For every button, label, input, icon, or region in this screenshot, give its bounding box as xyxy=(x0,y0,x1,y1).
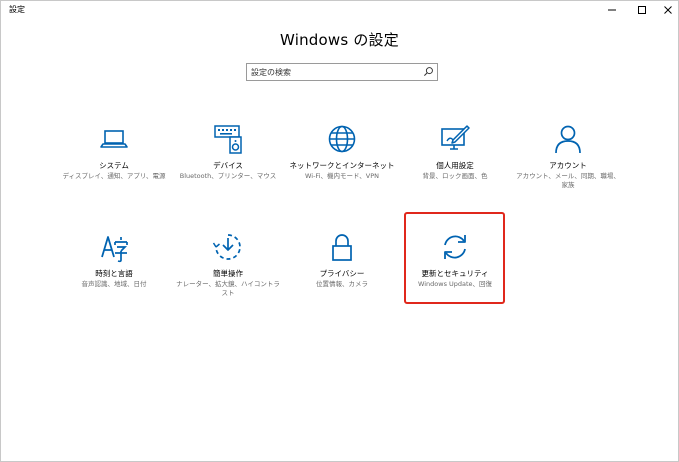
tile-description: 音声認識、地域、日付 xyxy=(81,280,147,288)
tile-system[interactable]: システム ディスプレイ、通知、アプリ、電源 xyxy=(55,123,173,181)
tile-time-language[interactable]: 時刻と言語 音声認識、地域、日付 xyxy=(55,231,173,289)
tile-accounts[interactable]: アカウント アカウント、メール、同期、職場、家族 xyxy=(509,123,627,190)
devices-icon xyxy=(214,125,242,154)
title-bar: 設定 xyxy=(1,1,678,19)
tile-name: システム xyxy=(99,161,129,170)
tile-devices[interactable]: デバイス Bluetooth、プリンター、マウス xyxy=(169,123,287,181)
tile-description: 位置情報、カメラ xyxy=(316,280,368,288)
tile-ease-of-access[interactable]: 簡単操作 ナレーター、拡大鏡、ハイコントラスト xyxy=(169,231,287,298)
highlight-box xyxy=(404,212,505,304)
tile-name: アカウント xyxy=(549,161,587,170)
globe-icon xyxy=(328,125,356,153)
tile-name: 簡単操作 xyxy=(213,269,243,278)
tile-name: デバイス xyxy=(213,161,243,170)
tile-network-internet[interactable]: ネットワークとインターネット Wi-Fi、機内モード、VPN xyxy=(283,123,401,181)
person-icon xyxy=(555,125,581,154)
tile-description: ナレーター、拡大鏡、ハイコントラスト xyxy=(176,280,280,297)
search-icon[interactable] xyxy=(423,66,434,77)
time-language-icon xyxy=(101,236,128,263)
tile-name: 時刻と言語 xyxy=(95,269,133,278)
app-title: 設定 xyxy=(9,5,25,14)
minimize-button[interactable] xyxy=(597,1,627,19)
tile-description: 背景、ロック画面、色 xyxy=(422,172,488,180)
page-title: Windows の設定 xyxy=(280,31,399,49)
maximize-icon xyxy=(638,6,646,14)
ease-of-access-icon xyxy=(212,234,241,260)
tile-personalization[interactable]: 個人用設定 背景、ロック画面、色 xyxy=(396,123,514,181)
settings-window: 設定 Windows の設定 システム ディスプレイ、通知、アプリ、電源 xyxy=(0,0,679,462)
tile-name: プライバシー xyxy=(319,269,365,278)
search-input[interactable] xyxy=(251,65,419,79)
tile-description: Wi-Fi、機内モード、VPN xyxy=(305,172,379,180)
search-box[interactable] xyxy=(246,63,438,81)
tile-name: 個人用設定 xyxy=(436,161,474,170)
tile-description: Bluetooth、プリンター、マウス xyxy=(179,172,277,180)
personalization-icon xyxy=(441,125,470,150)
minimize-icon xyxy=(608,9,616,11)
laptop-icon xyxy=(100,130,128,148)
tile-name: ネットワークとインターネット xyxy=(289,161,395,170)
tile-description: ディスプレイ、通知、アプリ、電源 xyxy=(62,172,166,180)
tile-description: アカウント、メール、同期、職場、家族 xyxy=(516,172,620,189)
lock-icon xyxy=(332,234,352,261)
close-button[interactable] xyxy=(653,1,679,19)
tile-privacy[interactable]: プライバシー 位置情報、カメラ xyxy=(283,231,401,289)
close-icon xyxy=(664,6,672,14)
